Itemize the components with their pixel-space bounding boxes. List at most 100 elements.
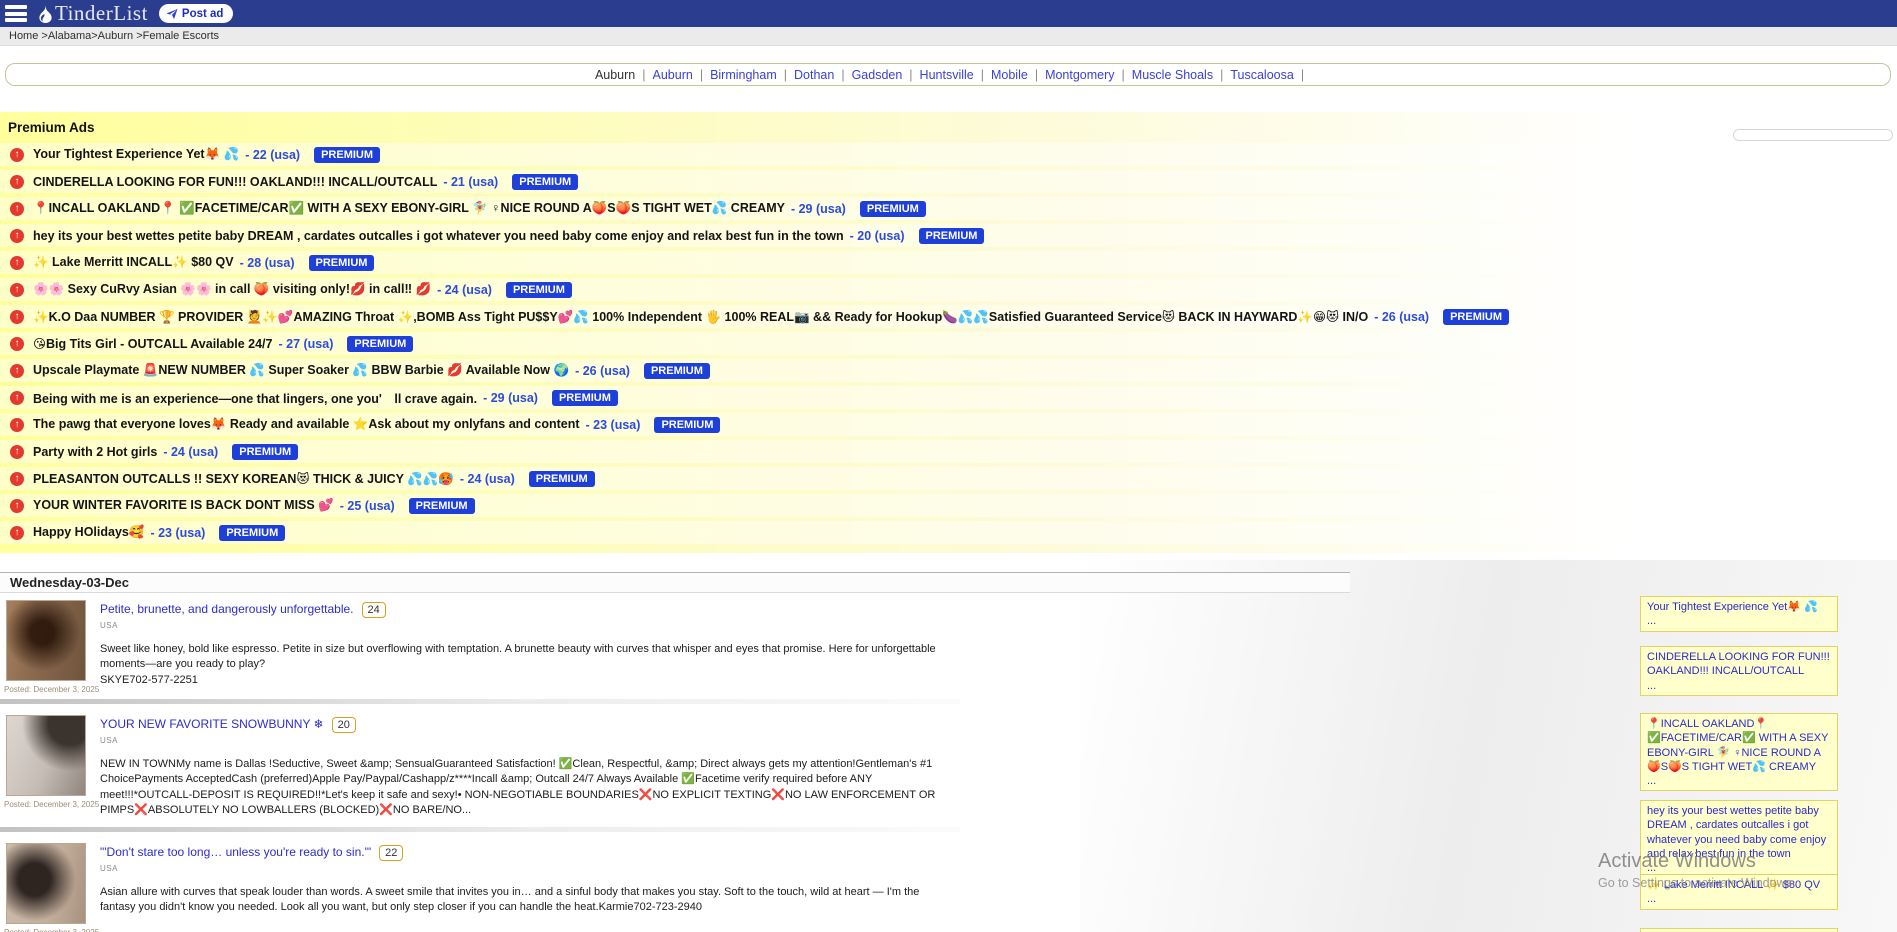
premium-ad-title[interactable]: 📍INCALL OAKLAND📍 ✅FACETIME/CAR✅ WITH A S…: [33, 201, 785, 216]
sidebar-ad-more: ...: [1647, 774, 1831, 788]
premium-ad-title[interactable]: 🌸🌸 Sexy CuRvy Asian 🌸🌸 in call 🍑 visitin…: [33, 282, 431, 297]
breadcrumb[interactable]: Home >Alabama>Auburn >Female Escorts: [0, 27, 1897, 46]
premium-ad-row[interactable]: ↑ hey its your best wettes petite baby DR…: [0, 224, 1897, 247]
premium-ad-row[interactable]: ↑ 🌸🌸 Sexy CuRvy Asian 🌸🌸 in call 🍑 visiti…: [0, 278, 1897, 301]
city-nav: Auburn | Auburn | Birmingham | Dothan | Gadsden |…: [5, 63, 1891, 86]
premium-ad-title[interactable]: Your Tightest Experience Yet🦊 💦: [33, 147, 239, 162]
premium-ad-age: - 21 (usa): [443, 175, 498, 189]
post-ad-label: Post ad: [182, 8, 224, 20]
premium-ad-age: - 24 (usa): [460, 472, 515, 486]
city-link-dothan[interactable]: Dothan: [794, 68, 834, 82]
premium-ad-row[interactable]: ↑Happy HOlidays🥰- 23 (usa)PREMIUM: [0, 521, 1897, 544]
listing-thumbnail[interactable]: [6, 600, 86, 681]
listing-title-link[interactable]: Petite, brunette, and dangerously unforg…: [100, 602, 354, 616]
site-logo[interactable]: TinderList: [37, 0, 148, 27]
sidebar-ad-box[interactable]: hey its your best wettes petite baby DRE…: [1640, 800, 1838, 878]
city-separator: |: [981, 68, 984, 82]
menu-icon[interactable]: [5, 5, 27, 22]
sidebar-ad-box[interactable]: Your Tightest Experience Yet🦊 💦...: [1640, 596, 1838, 632]
premium-ad-row[interactable]: ↑ ✨K.O Daa NUMBER 🏆 PROVIDER 💆✨💕AMAZING T…: [0, 305, 1897, 328]
up-arrow-icon: ↑: [10, 445, 24, 459]
city-link-tuscaloosa[interactable]: Tuscaloosa: [1230, 68, 1293, 82]
premium-ad-row[interactable]: ↑😘Big Tits Girl - OUTCALL Available 24/7…: [0, 332, 1897, 355]
up-arrow-icon: ↑: [10, 526, 24, 540]
premium-ad-title[interactable]: PLEASANTON OUTCALLS !! SEXY KOREAN😻 THIC…: [33, 471, 454, 487]
sidebar-ad-title[interactable]: hey its your best wettes petite baby DRE…: [1647, 804, 1831, 861]
sidebar-ad-box[interactable]: [1640, 928, 1838, 932]
premium-ad-age: - 24 (usa): [163, 445, 218, 459]
premium-ad-row[interactable]: ↑ 📍INCALL OAKLAND📍 ✅FACETIME/CAR✅ WITH A …: [0, 197, 1897, 220]
premium-ad-age: - 27 (usa): [278, 337, 333, 351]
premium-ad-row[interactable]: ↑The pawg that everyone loves🦊 Ready and…: [0, 413, 1897, 436]
city-separator: |: [1122, 68, 1125, 82]
premium-badge: PREMIUM: [232, 444, 298, 460]
up-arrow-icon: ↑: [10, 310, 24, 324]
city-link-muscle-shoals[interactable]: Muscle Shoals: [1132, 68, 1213, 82]
city-separator: |: [909, 68, 912, 82]
city-link-birmingham[interactable]: Birmingham: [710, 68, 777, 82]
age-badge: 20: [332, 717, 356, 733]
sidebar-ad-box[interactable]: 📍INCALL OAKLAND📍 ✅FACETIME/CAR✅ WITH A S…: [1640, 713, 1838, 791]
listing-row: Posted: December 3, 2025YOUR NEW FAVORIT…: [0, 712, 960, 821]
premium-ad-row[interactable]: ↑YOUR WINTER FAVORITE IS BACK DONT MISS …: [0, 494, 1897, 517]
city-link-auburn[interactable]: Auburn: [653, 68, 693, 82]
sidebar-ad-title[interactable]: Your Tightest Experience Yet🦊 💦: [1647, 600, 1831, 614]
listing-row: Posted: December 3, 2025"'Don't stare to…: [0, 840, 960, 932]
post-ad-button[interactable]: Post ad: [159, 4, 234, 23]
premium-ad-title[interactable]: CINDERELLA LOOKING FOR FUN!!! OAKLAND!!!…: [33, 175, 437, 189]
city-link-auburn: Auburn: [595, 68, 635, 82]
premium-ad-row[interactable]: ↑✨ Lake Merritt INCALL✨ $80 QV- 28 (usa)…: [0, 251, 1897, 274]
premium-ad-title[interactable]: Party with 2 Hot girls: [33, 445, 157, 459]
listing-title-link[interactable]: YOUR NEW FAVORITE SNOWBUNNY ❄: [100, 717, 324, 731]
city-link-mobile[interactable]: Mobile: [991, 68, 1028, 82]
listing-thumbnail[interactable]: [6, 843, 86, 924]
premium-ad-row[interactable]: ↑Your Tightest Experience Yet🦊 💦- 22 (us…: [0, 143, 1897, 166]
listing-description: Sweet like honey, bold like espresso. Pe…: [100, 642, 940, 673]
premium-badge: PREMIUM: [314, 147, 380, 163]
age-badge: 22: [379, 845, 403, 861]
listing-description: NEW IN TOWNMy name is Dallas !Seductive,…: [100, 757, 940, 819]
up-arrow-icon: ↑: [10, 175, 24, 189]
premium-ad-row[interactable]: ↑ Party with 2 Hot girls - 24 (usa) PREMIUM: [0, 440, 1897, 463]
premium-ad-title[interactable]: Upscale Playmate 🚨NEW NUMBER 💦 Super Soa…: [33, 363, 569, 378]
premium-ad-title[interactable]: ✨K.O Daa NUMBER 🏆 PROVIDER 💆✨💕AMAZING Th…: [33, 309, 1368, 325]
premium-ad-row[interactable]: ↑ CINDERELLA LOOKING FOR FUN!!! OAKLAND!!…: [0, 170, 1897, 193]
sidebar-ad-title[interactable]: CINDERELLA LOOKING FOR FUN!!! OAKLAND!!!…: [1647, 650, 1831, 679]
up-arrow-icon: ↑: [10, 229, 24, 243]
premium-badge: PREMIUM: [654, 417, 720, 433]
premium-ad-row[interactable]: ↑PLEASANTON OUTCALLS !! SEXY KOREAN😻 THI…: [0, 467, 1897, 490]
premium-ad-title[interactable]: 😘Big Tits Girl - OUTCALL Available 24/7: [33, 336, 272, 351]
premium-ad-title[interactable]: YOUR WINTER FAVORITE IS BACK DONT MISS 💕: [33, 498, 334, 513]
sidebar-ad-box[interactable]: CINDERELLA LOOKING FOR FUN!!! OAKLAND!!!…: [1640, 646, 1838, 696]
city-separator: |: [642, 68, 645, 82]
premium-badge: PREMIUM: [1443, 309, 1509, 325]
premium-ad-title[interactable]: The pawg that everyone loves🦊 Ready and …: [33, 417, 580, 432]
up-arrow-icon: ↑: [10, 283, 24, 297]
premium-badge: PREMIUM: [552, 390, 618, 406]
up-arrow-icon: ↑: [10, 202, 24, 216]
city-link-huntsville[interactable]: Huntsville: [920, 68, 974, 82]
date-heading: Wednesday-03-Dec: [0, 572, 1350, 593]
premium-badge: PREMIUM: [644, 363, 710, 379]
premium-ad-title[interactable]: ✨ Lake Merritt INCALL✨ $80 QV: [33, 255, 234, 270]
listing-country: USA: [100, 736, 960, 745]
premium-ad-row[interactable]: ↑Upscale Playmate 🚨NEW NUMBER 💦 Super So…: [0, 359, 1897, 382]
listing-thumbnail[interactable]: [6, 715, 86, 796]
premium-ad-age: - 25 (usa): [340, 499, 395, 513]
city-separator: |: [1220, 68, 1223, 82]
city-link-gadsden[interactable]: Gadsden: [852, 68, 903, 82]
listing-title-row: "'Don't stare too long… unless you're re…: [100, 843, 960, 861]
sidebar-ad-title[interactable]: 📍INCALL OAKLAND📍 ✅FACETIME/CAR✅ WITH A S…: [1647, 717, 1831, 774]
up-arrow-icon: ↑: [10, 148, 24, 162]
sidebar-ad-title[interactable]: ✨ Lake Merritt INCALL ✨ $80 QV: [1647, 878, 1831, 892]
empty-input-box[interactable]: [1733, 129, 1893, 141]
premium-ad-title[interactable]: Being with me is an experience—one that …: [33, 388, 477, 407]
listing-title-link[interactable]: "'Don't stare too long… unless you're re…: [100, 845, 371, 859]
premium-ad-row[interactable]: ↑Being with me is an experience—one that…: [0, 386, 1897, 409]
city-link-montgomery[interactable]: Montgomery: [1045, 68, 1114, 82]
sidebar-ad-box[interactable]: ✨ Lake Merritt INCALL ✨ $80 QV...: [1640, 874, 1838, 910]
city-separator: |: [1035, 68, 1038, 82]
premium-ad-title[interactable]: hey its your best wettes petite baby DRE…: [33, 229, 844, 243]
premium-ad-title[interactable]: Happy HOlidays🥰: [33, 525, 144, 540]
premium-badge: PREMIUM: [512, 174, 578, 190]
